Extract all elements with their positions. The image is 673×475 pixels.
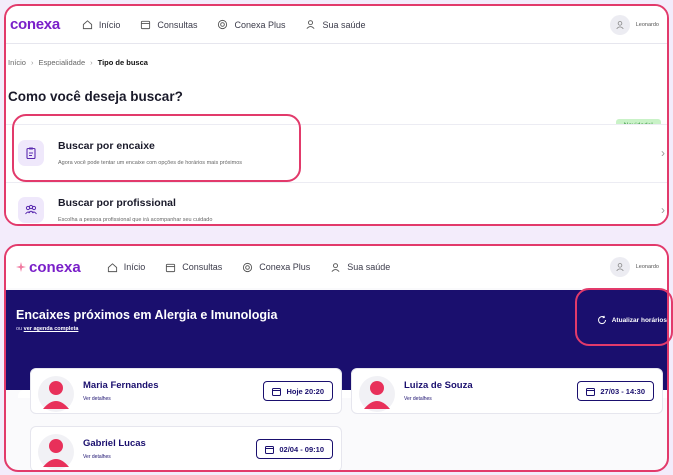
avatar — [609, 257, 630, 277]
home-icon — [82, 20, 92, 30]
option-icon-wrap — [18, 139, 44, 166]
nav-label: Conexa Plus — [259, 262, 311, 272]
calendar-icon — [586, 387, 596, 396]
nav-item-inicio[interactable]: Início — [82, 19, 121, 30]
nav-item-consultas[interactable]: Consultas — [140, 19, 197, 30]
plus-badge-icon — [243, 262, 253, 272]
option-buscar-por-encaixe[interactable]: Buscar por encaixe Agora você pode tenta… — [6, 124, 667, 180]
nav-label: Sua saúde — [322, 19, 366, 30]
breadcrumb-separator: › — [90, 58, 93, 67]
refresh-icon — [597, 315, 606, 325]
person-icon — [306, 20, 315, 29]
refresh-label: Atualizar horários — [611, 316, 667, 324]
option-description: Agora você pode tentar um encaixe com op… — [58, 159, 243, 166]
user-name: Leonardo — [635, 21, 659, 28]
search-type-screen: conexa Início Consultas Conexa Plus Sua … — [4, 4, 669, 226]
user-name: Leonardo — [635, 264, 659, 270]
slot-label: 02/04 - 09:10 — [279, 444, 324, 454]
slot-button[interactable]: 27/03 - 14:30 — [577, 381, 654, 401]
breadcrumb-item-current: Tipo de busca — [97, 58, 148, 67]
nav-label: Consultas — [182, 262, 223, 272]
slot-label: Hoje 20:20 — [286, 386, 324, 396]
nav-label: Início — [98, 19, 121, 30]
details-link[interactable]: Ver detalhes — [83, 396, 111, 402]
slot-button[interactable]: Hoje 20:20 — [263, 381, 333, 401]
option-description: Escolha a pessoa profissional que irá ac… — [58, 217, 213, 223]
doctor-avatar-icon — [38, 376, 74, 412]
conexa-logo[interactable]: conexa — [16, 259, 81, 276]
calendar-icon — [141, 20, 151, 30]
option-text: Buscar por encaixe Agora você pode tenta… — [58, 140, 242, 166]
calendar-icon — [166, 263, 176, 272]
refresh-slots-button[interactable]: Atualizar horários — [597, 315, 667, 325]
breadcrumb-item-inicio[interactable]: Início — [8, 58, 26, 67]
slot-card[interactable]: Luiza de Souza Ver detalhes 27/03 - 14:3… — [351, 368, 663, 414]
breadcrumb-separator: › — [30, 58, 34, 67]
option-icon-wrap — [18, 197, 44, 223]
person-icon — [331, 262, 340, 272]
clipboard-icon — [26, 147, 36, 159]
logo-text: conexa — [29, 258, 81, 276]
calendar-icon — [272, 387, 282, 396]
hero-sub-prefix: ou — [16, 326, 23, 332]
hero-subtitle: ou ver agenda completa — [16, 326, 78, 332]
nav-label: Conexa Plus — [234, 19, 286, 30]
details-link[interactable]: Ver detalhes — [404, 396, 432, 402]
top-navbar: conexa Início Consultas Conexa Plus Sua … — [6, 6, 667, 44]
plus-badge-icon — [218, 19, 228, 30]
doctor-avatar-icon — [38, 434, 74, 470]
page-title: Como você deseja buscar? — [8, 89, 183, 104]
home-icon — [107, 262, 117, 272]
doctor-name: Maria Fernandes — [83, 380, 159, 391]
doctor-name: Gabriel Lucas — [83, 438, 146, 449]
encaixes-screen: conexa Início Consultas Conexa Plus Sua … — [4, 244, 669, 472]
top-navbar: conexa Início Consultas Conexa Plus Sua … — [6, 246, 667, 288]
slot-card[interactable]: Maria Fernandes Ver detalhes Hoje 20:20 — [30, 368, 342, 414]
slot-card[interactable]: Gabriel Lucas Ver detalhes 02/04 - 09:10 — [30, 426, 342, 470]
nav-item-conexa-plus[interactable]: Conexa Plus — [242, 262, 310, 273]
chevron-right-icon: › — [661, 145, 665, 160]
conexa-logo[interactable]: conexa — [10, 16, 60, 33]
details-link[interactable]: Ver detalhes — [83, 454, 111, 460]
user-icon — [616, 263, 624, 272]
option-text: Buscar por profissional Escolha a pessoa… — [58, 197, 212, 223]
nav-label: Início — [123, 262, 146, 272]
doctor-name: Luiza de Souza — [404, 380, 473, 391]
option-title: Buscar por encaixe — [58, 139, 155, 152]
nav-item-consultas[interactable]: Consultas — [165, 262, 222, 273]
nav-label: Consultas — [157, 19, 198, 30]
doctor-avatar-icon — [359, 376, 395, 412]
nav-item-sua-saude[interactable]: Sua saúde — [330, 262, 390, 273]
nav-item-inicio[interactable]: Início — [107, 262, 146, 273]
nav-item-sua-saude[interactable]: Sua saúde — [305, 19, 366, 30]
breadcrumb-item-especialidade[interactable]: Especialidade — [38, 58, 85, 67]
hero-title: Encaixes próximos em Alergia e Imunologi… — [16, 308, 278, 322]
slot-label: 27/03 - 14:30 — [600, 386, 645, 396]
people-icon — [25, 204, 37, 215]
user-icon — [616, 20, 624, 29]
chevron-right-icon: › — [661, 203, 665, 217]
user-menu[interactable]: Leonardo — [609, 14, 659, 35]
full-schedule-link[interactable]: ver agenda completa — [24, 326, 79, 332]
option-buscar-por-profissional[interactable]: Buscar por profissional Escolha a pessoa… — [6, 182, 667, 224]
logo-mark-icon — [16, 262, 26, 272]
user-menu[interactable]: Leonardo — [609, 257, 659, 277]
breadcrumb: Início › Especialidade › Tipo de busca — [8, 58, 148, 67]
nav-item-conexa-plus[interactable]: Conexa Plus — [217, 19, 285, 30]
avatar — [609, 14, 630, 35]
slot-button[interactable]: 02/04 - 09:10 — [256, 439, 333, 459]
option-title: Buscar por profissional — [58, 197, 176, 209]
nav-label: Sua saúde — [347, 262, 391, 272]
calendar-icon — [265, 445, 275, 454]
